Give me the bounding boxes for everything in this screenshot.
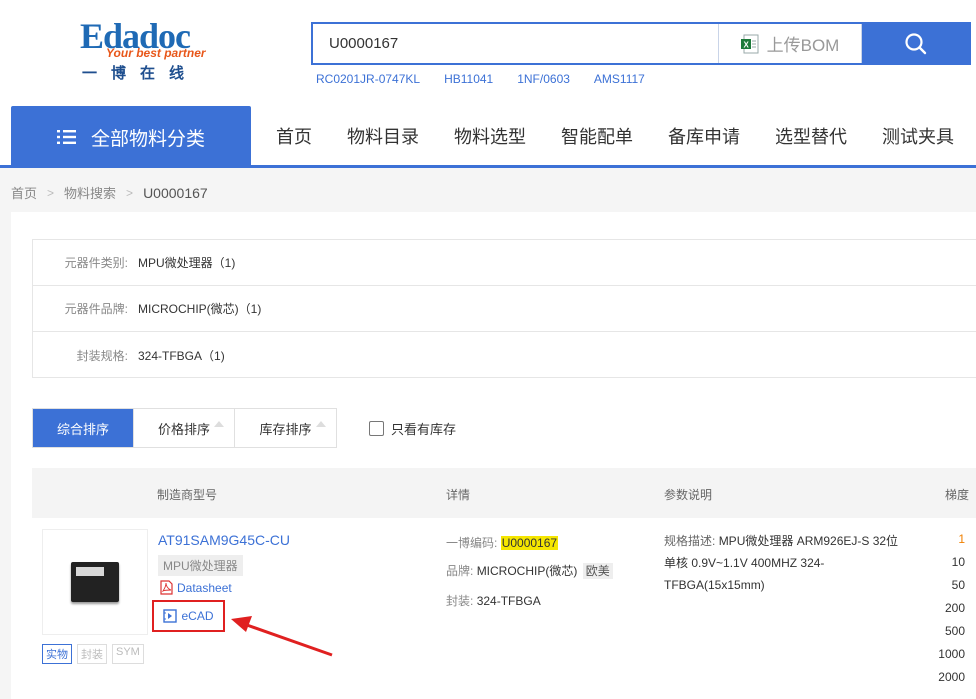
svg-text:X: X bbox=[743, 40, 749, 49]
header: Edadoc Your best partner 一博在线 X 上传BOM bbox=[0, 0, 976, 106]
price-tier: 50 bbox=[951, 578, 965, 592]
package-value: 324-TFBGA bbox=[476, 594, 541, 608]
code-value: U0000167 bbox=[500, 536, 559, 550]
logo[interactable]: Edadoc Your best partner 一博在线 bbox=[80, 18, 206, 82]
price-tier: 500 bbox=[944, 624, 965, 638]
nav-item-alternatives[interactable]: 选型替代 bbox=[775, 123, 847, 149]
pdf-icon bbox=[160, 580, 173, 595]
ecad-link[interactable]: eCAD bbox=[152, 600, 225, 632]
all-categories-button[interactable]: 全部物料分类 bbox=[11, 106, 251, 168]
filter-value[interactable]: MICROCHIP(微芯)（1) bbox=[138, 300, 261, 317]
detail-brand: 品牌: MICROCHIP(微芯) 欧美 bbox=[446, 562, 613, 579]
search-input[interactable] bbox=[313, 24, 718, 63]
search-button[interactable] bbox=[862, 24, 969, 63]
filter-row-brand: 元器件品牌: MICROCHIP(微芯)（1) bbox=[33, 286, 976, 332]
nav-item-home[interactable]: 首页 bbox=[276, 123, 312, 149]
price-tier: 200 bbox=[944, 601, 965, 615]
image-tabs: 实物 封装 SYM bbox=[42, 644, 144, 664]
main-nav: 全部物料分类 首页 物料目录 物料选型 智能配单 备库申请 选型替代 测试夹具 bbox=[0, 106, 976, 168]
page: Edadoc Your best partner 一博在线 X 上传BOM bbox=[0, 0, 976, 699]
upload-bom-label: 上传BOM bbox=[766, 36, 840, 55]
column-header-price-tiers: 梯度 bbox=[945, 488, 970, 502]
sort-price-button[interactable]: 价格排序 bbox=[134, 409, 235, 447]
logo-tagline: Your best partner bbox=[106, 46, 206, 60]
parameter-description: 规格描述: MPU微处理器 ARM926EJ-S 32位 单核 0.9V~1.1… bbox=[664, 530, 902, 596]
breadcrumb-current: U0000167 bbox=[143, 184, 208, 201]
menu-list-icon bbox=[56, 130, 76, 144]
chip-picture bbox=[71, 562, 119, 602]
tab-symbol[interactable]: SYM bbox=[112, 644, 144, 664]
product-image[interactable] bbox=[42, 529, 148, 635]
price-tier: 1000 bbox=[938, 647, 965, 661]
datasheet-label: Datasheet bbox=[177, 580, 232, 595]
stock-only-toggle[interactable]: 只看有库存 bbox=[369, 419, 456, 438]
nav-item-smart-bom[interactable]: 智能配单 bbox=[561, 123, 633, 149]
chevron-right-icon: > bbox=[126, 185, 134, 200]
filter-value[interactable]: 324-TFBGA（1) bbox=[138, 347, 225, 364]
sort-bar: 综合排序 价格排序 库存排序 bbox=[32, 408, 337, 448]
package-label: 封装: bbox=[446, 594, 474, 608]
filter-panel: 元器件类别: MPU微处理器（1) 元器件品牌: MICROCHIP(微芯)（1… bbox=[32, 239, 976, 378]
sort-arrow-icon bbox=[316, 421, 326, 427]
stock-only-checkbox[interactable] bbox=[369, 421, 384, 436]
part-number-link[interactable]: AT91SAM9G45C-CU bbox=[158, 532, 290, 548]
brand-value: MICROCHIP(微芯) bbox=[476, 564, 578, 578]
price-tier: 2000 bbox=[938, 670, 965, 684]
column-header-part-number: 制造商型号 bbox=[157, 488, 218, 502]
chevron-right-icon: > bbox=[47, 185, 55, 200]
search-results-panel: 元器件类别: MPU微处理器（1) 元器件品牌: MICROCHIP(微芯)（1… bbox=[11, 212, 976, 699]
hot-search-links: RC0201JR-0747KL HB11041 1NF/0603 AMS1117 bbox=[316, 72, 645, 86]
region-badge: 欧美 bbox=[582, 563, 613, 579]
nav-item-selection[interactable]: 物料选型 bbox=[454, 123, 526, 149]
sort-stock-label: 库存排序 bbox=[259, 421, 312, 437]
code-label: 一博编码: bbox=[446, 536, 498, 550]
hot-link[interactable]: 1NF/0603 bbox=[517, 72, 570, 86]
price-tier: 10 bbox=[951, 555, 965, 569]
tab-footprint[interactable]: 封装 bbox=[77, 644, 107, 664]
stock-only-label: 只看有库存 bbox=[391, 422, 457, 437]
breadcrumb-home[interactable]: 首页 bbox=[11, 183, 37, 202]
filter-row-category: 元器件类别: MPU微处理器（1) bbox=[33, 240, 976, 286]
breadcrumb: 首页 > 物料搜索 > U0000167 bbox=[11, 183, 208, 202]
filter-value[interactable]: MPU微处理器（1) bbox=[138, 254, 235, 271]
tab-photo[interactable]: 实物 bbox=[42, 644, 72, 664]
param-label: 规格描述: bbox=[664, 534, 716, 548]
price-tier-list: 1 10 50 200 500 1000 2000 bbox=[938, 528, 965, 689]
filter-label: 元器件类别: bbox=[64, 256, 128, 270]
filter-row-package: 封装规格: 324-TFBGA（1) bbox=[33, 332, 976, 378]
sort-arrow-icon bbox=[214, 421, 224, 427]
nav-item-test-fixtures[interactable]: 测试夹具 bbox=[882, 123, 954, 149]
all-categories-label: 全部物料分类 bbox=[90, 128, 205, 150]
search-bar: X 上传BOM bbox=[311, 22, 971, 65]
sort-price-label: 价格排序 bbox=[157, 421, 210, 437]
price-tier: 1 bbox=[958, 532, 965, 546]
hot-link[interactable]: AMS1117 bbox=[594, 72, 645, 86]
hot-link[interactable]: RC0201JR-0747KL bbox=[316, 72, 420, 86]
ecad-icon bbox=[163, 609, 178, 623]
datasheet-link[interactable]: Datasheet bbox=[160, 580, 232, 595]
ecad-label: eCAD bbox=[181, 609, 214, 623]
logo-chinese-name: 一博在线 bbox=[82, 65, 199, 82]
excel-icon: X bbox=[740, 34, 759, 54]
category-badge: MPU微处理器 bbox=[158, 555, 243, 576]
sort-stock-button[interactable]: 库存排序 bbox=[235, 409, 336, 447]
column-header-parameters: 参数说明 bbox=[664, 488, 713, 502]
filter-label: 封装规格: bbox=[76, 348, 128, 363]
table-row: 实物 封装 SYM AT91SAM9G45C-CU MPU微处理器 Datash… bbox=[32, 518, 976, 699]
nav-item-catalog[interactable]: 物料目录 bbox=[347, 123, 419, 149]
sort-comprehensive-button[interactable]: 综合排序 bbox=[33, 409, 134, 447]
filter-label: 元器件品牌: bbox=[64, 302, 128, 316]
upload-bom-button[interactable]: X 上传BOM bbox=[718, 24, 862, 63]
hot-link[interactable]: HB11041 bbox=[444, 72, 493, 86]
results-table-header: 制造商型号 详情 参数说明 梯度 bbox=[32, 468, 976, 518]
brand-label: 品牌: bbox=[446, 564, 474, 578]
detail-code: 一博编码: U0000167 bbox=[446, 534, 559, 551]
nav-items: 首页 物料目录 物料选型 智能配单 备库申请 选型替代 测试夹具 bbox=[276, 106, 976, 165]
detail-package: 封装: 324-TFBGA bbox=[446, 592, 541, 609]
nav-item-stock-request[interactable]: 备库申请 bbox=[668, 123, 740, 149]
column-header-details: 详情 bbox=[446, 488, 471, 502]
search-icon bbox=[904, 32, 926, 54]
breadcrumb-search[interactable]: 物料搜索 bbox=[64, 183, 116, 202]
